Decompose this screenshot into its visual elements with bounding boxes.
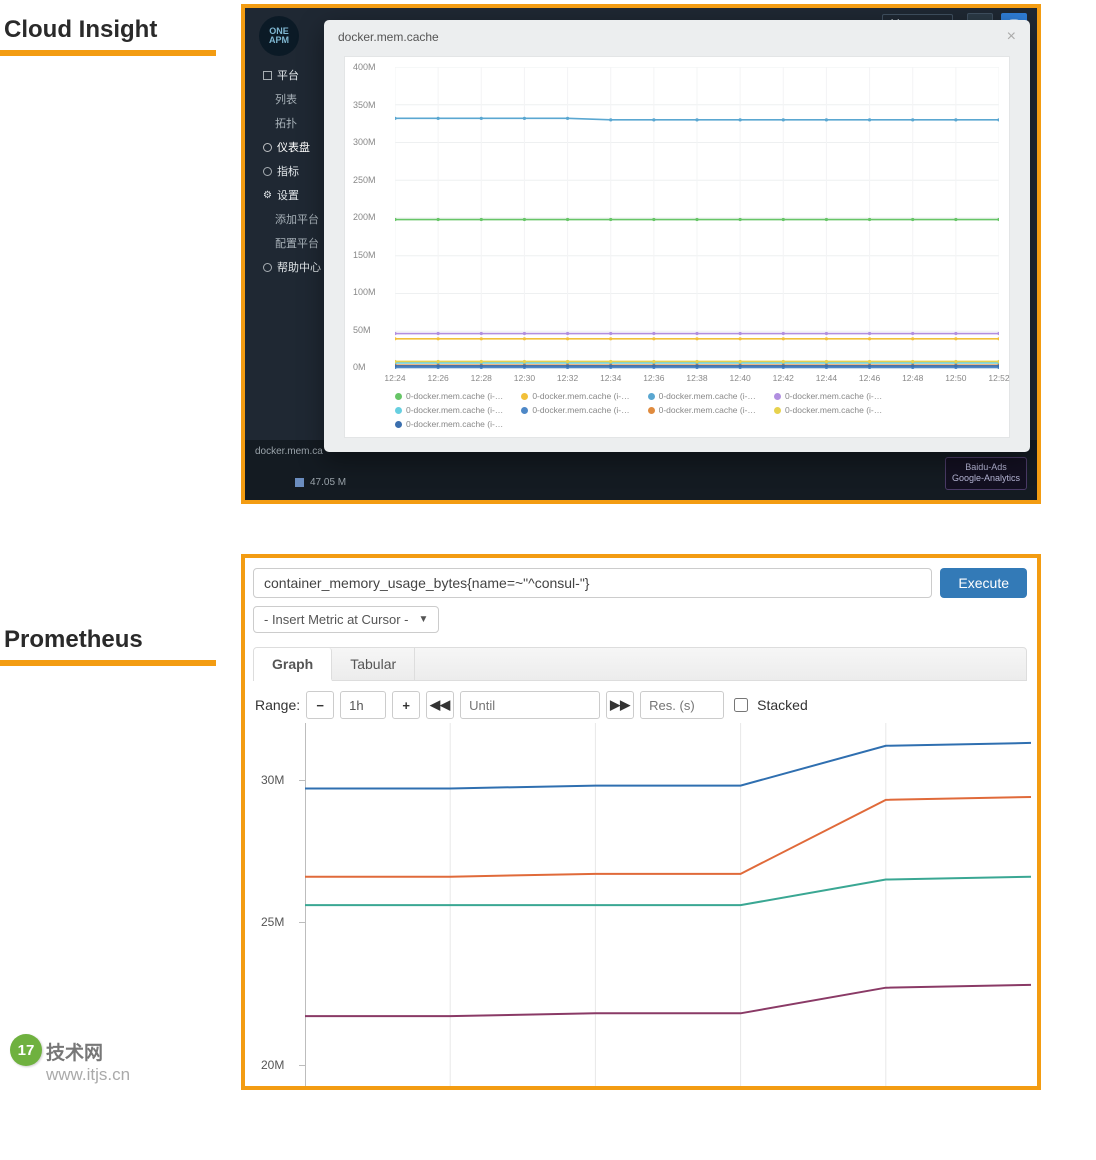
sidebar-item-dashboard[interactable]: 仪表盘 [245, 135, 335, 159]
sidebar-item-add-platform[interactable]: 添加平台 [245, 207, 335, 231]
fastforward-icon: ▶▶ [610, 697, 630, 713]
chart-modal: docker.mem.cache × 12:2412:2612:2812:301… [324, 20, 1030, 452]
sidebar-item-metrics[interactable]: 指标 [245, 159, 335, 183]
tab-tabular[interactable]: Tabular [332, 648, 415, 680]
help-icon [263, 263, 272, 272]
tab-bar: Graph Tabular [253, 647, 1027, 681]
insert-metric-select[interactable]: - Insert Metric at Cursor - ▼ [253, 606, 439, 633]
query-input[interactable] [253, 568, 932, 598]
range-label: Range: [255, 697, 300, 713]
caret-down-icon: ▼ [418, 614, 428, 625]
prometheus-frame: Execute - Insert Metric at Cursor - ▼ Gr… [241, 554, 1041, 1090]
title-underline [0, 660, 216, 666]
section-title-prometheus: Prometheus [0, 626, 241, 654]
ci-chart-legend: 0-docker.mem.cache (i-…0-docker.mem.cach… [395, 391, 999, 431]
resolution-input[interactable] [640, 691, 724, 719]
cloud-insight-frame: ONE APM blueware ▾ ⚙ 🖵 平台 列表 拓扑 仪表盘 指标 ⚙… [241, 4, 1041, 504]
time-forward-button[interactable]: ▶▶ [606, 691, 634, 719]
oneapm-logo: ONE APM [259, 16, 299, 56]
ci-chart-xlabels: 12:2412:2612:2812:3012:3212:3412:3612:38… [395, 373, 999, 385]
range-minus-button[interactable]: − [306, 691, 334, 719]
range-plus-button[interactable]: + [392, 691, 420, 719]
sidebar-item-settings[interactable]: ⚙设置 [245, 183, 335, 207]
tab-graph[interactable]: Graph [254, 648, 332, 681]
target-icon [263, 167, 272, 176]
gear-icon: ⚙ [263, 190, 272, 201]
legend-square-icon [295, 478, 304, 487]
plus-icon: + [402, 698, 410, 713]
grid-icon [263, 71, 272, 80]
sidebar-item-config-platform[interactable]: 配置平台 [245, 231, 335, 255]
sidebar-item-platform[interactable]: 平台 [245, 63, 335, 87]
bottom-value: 47.05 M [310, 477, 346, 488]
sidebar-item-help[interactable]: 帮助中心 [245, 255, 335, 279]
gauge-icon [263, 143, 272, 152]
stacked-label: Stacked [757, 697, 808, 713]
execute-button[interactable]: Execute [940, 568, 1027, 598]
title-underline [0, 50, 216, 56]
graph-controls: Range: − + ◀◀ ▶▶ Stacked [255, 691, 1025, 719]
section-title-cloud-insight: Cloud Insight [0, 16, 241, 44]
close-icon[interactable]: × [1007, 28, 1016, 46]
minus-icon: − [316, 698, 324, 713]
sidebar-item-list[interactable]: 列表 [245, 87, 335, 111]
range-input[interactable] [340, 691, 386, 719]
stacked-checkbox[interactable] [734, 698, 748, 712]
time-back-button[interactable]: ◀◀ [426, 691, 454, 719]
analytics-badge: Baidu-Ads Google-Analytics [945, 457, 1027, 490]
until-input[interactable] [460, 691, 600, 719]
rewind-icon: ◀◀ [430, 697, 450, 713]
insert-metric-label: - Insert Metric at Cursor - [264, 612, 408, 627]
chart-modal-title: docker.mem.cache [338, 30, 439, 44]
ci-chart-plot [395, 67, 999, 369]
prometheus-chart: 20M25M30M10:4511:0011:1511:30 [255, 723, 1025, 1090]
sidebar-item-topology[interactable]: 拓扑 [245, 111, 335, 135]
ci-sidebar: 平台 列表 拓扑 仪表盘 指标 ⚙设置 添加平台 配置平台 帮助中心 [245, 63, 335, 279]
